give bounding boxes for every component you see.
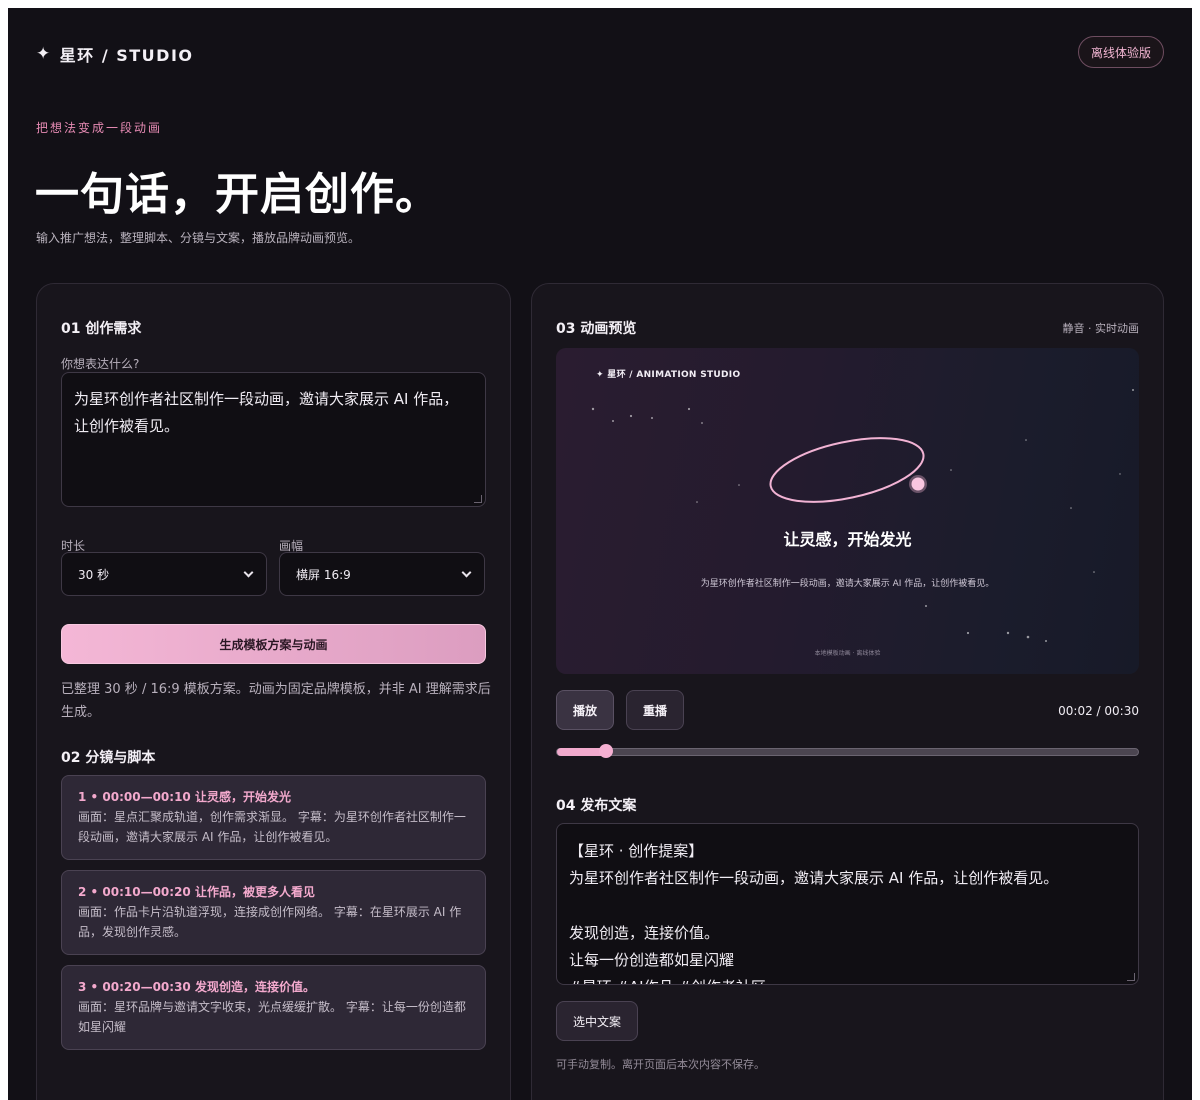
- preview-heading: 03 动画预览: [556, 321, 637, 337]
- page-subtitle: 输入推广想法，整理脚本、分镜与文案，播放品牌动画预览。: [36, 231, 361, 245]
- scene-card-3: 3 • 00:20—00:30 发现创造，连接价值。 画面：星环品牌与邀请文字收…: [61, 965, 486, 1050]
- page-title: 一句话，开启创作。: [35, 169, 440, 220]
- resize-grip-icon[interactable]: [1127, 973, 1135, 981]
- request-card: 01 创作需求 你想表达什么? 为星环创作者社区制作一段动画，邀请大家展示 AI…: [36, 283, 511, 1100]
- duration-select[interactable]: 30 秒: [61, 552, 267, 596]
- time-readout: 00:02 / 00:30: [1058, 704, 1139, 718]
- app-page: ✦ 星环 / STUDIO 离线体验版 把想法变成一段动画 一句话，开启创作。 …: [8, 8, 1192, 1100]
- eyebrow-text: 把想法变成一段动画: [36, 121, 163, 135]
- copy-line: 让每一份创造都如星闪耀: [569, 951, 735, 970]
- generate-button[interactable]: 生成模板方案与动画: [61, 624, 486, 664]
- stage-footer: 本地模板动画 · 离线体验: [814, 650, 881, 657]
- copy-line: 发现创造，连接价值。: [569, 923, 720, 942]
- chevron-down-icon: [243, 567, 254, 577]
- duration-value: 30 秒: [78, 567, 110, 582]
- prompt-textarea[interactable]: 为星环创作者社区制作一段动画，邀请大家展示 AI 作品，让创作被看见。: [61, 372, 486, 507]
- publish-heading: 04 发布文案: [556, 798, 637, 814]
- copy-line: [569, 893, 1126, 920]
- ratio-value: 横屏 16:9: [296, 567, 351, 582]
- sparkle-icon: ✦: [36, 44, 52, 64]
- play-button[interactable]: 播放: [556, 690, 614, 730]
- scene-desc: 画面：星点汇聚成轨道，创作需求渐显。 字幕：为星环创作者社区制作一段动画，邀请大…: [78, 810, 466, 844]
- offline-badge: 离线体验版: [1077, 36, 1164, 68]
- copy-line: #星环 #AI作品 #创作者社区: [569, 974, 1126, 984]
- request-heading: 01 创作需求: [61, 321, 142, 337]
- progress-slider[interactable]: [556, 744, 1139, 758]
- scene-title: 3 • 00:20—00:30 发现创造，连接价值。: [78, 980, 315, 994]
- brand-name: 星环 / STUDIO: [59, 46, 194, 65]
- script-heading: 02 分镜与脚本: [61, 750, 156, 766]
- scene-desc: 画面：作品卡片沿轨道浮现，连接成创作网络。 字幕：在星环展示 AI 作品，发现创…: [78, 905, 462, 939]
- generate-note: 已整理 30 秒 / 16:9 模板方案。动画为固定品牌模板，并非 AI 理解需…: [61, 682, 491, 720]
- replay-button[interactable]: 重播: [626, 690, 684, 730]
- scene-title: 2 • 00:10—00:20 让作品，被更多人看见: [78, 885, 315, 899]
- chevron-down-icon: [461, 567, 472, 577]
- resize-grip-icon[interactable]: [474, 495, 482, 503]
- stage-graphics: [591, 389, 1134, 642]
- brand-logo: ✦ 星环 / STUDIO: [36, 42, 194, 66]
- stage-brand: ✦ 星环 / ANIMATION STUDIO: [596, 370, 741, 380]
- publish-textarea[interactable]: 【星环 · 创作提案】 为星环创作者社区制作一段动画，邀请大家展示 AI 作品，…: [556, 823, 1139, 985]
- preview-hint: 静音 · 实时动画: [1062, 322, 1140, 335]
- prompt-label: 你想表达什么?: [61, 357, 140, 371]
- planet-dot: [911, 477, 925, 491]
- prompt-value: 为星环创作者社区制作一段动画，邀请大家展示 AI 作品，让创作被看见。: [74, 390, 459, 435]
- ratio-select[interactable]: 横屏 16:9: [279, 552, 485, 596]
- scene-title: 1 • 00:00—00:10 让灵感，开始发光: [78, 790, 291, 804]
- stage-caption: 为星环创作者社区制作一段动画，邀请大家展示 AI 作品，让创作被看见。: [700, 579, 995, 589]
- scene-card-1: 1 • 00:00—00:10 让灵感，开始发光 画面：星点汇聚成轨道，创作需求…: [61, 775, 486, 860]
- scene-card-2: 2 • 00:10—00:20 让作品，被更多人看见 画面：作品卡片沿轨道浮现，…: [61, 870, 486, 955]
- copy-line: 【星环 · 创作提案】: [569, 842, 704, 860]
- star-field: [591, 389, 1134, 642]
- orbit-ring: [769, 437, 925, 503]
- preview-card: 03 动画预览 静音 · 实时动画 ✦ 星环 / ANIMATION STUDI…: [531, 283, 1164, 1100]
- scene-desc: 画面：星环品牌与邀请文字收束，光点缓缓扩散。 字幕：让每一份创造都如星闪耀: [78, 1000, 466, 1034]
- select-copy-button[interactable]: 选中文案: [556, 1001, 638, 1041]
- copy-footnote: 可手动复制。离开页面后本次内容不保存。: [556, 1058, 765, 1071]
- animation-stage: ✦ 星环 / ANIMATION STUDIO 让灵感，开始发光 为星环创作者社…: [556, 348, 1139, 674]
- progress-knob[interactable]: [599, 744, 614, 758]
- copy-line: 为星环创作者社区制作一段动画，邀请大家展示 AI 作品，让创作被看见。: [569, 869, 1059, 888]
- stage-title: 让灵感，开始发光: [783, 530, 912, 549]
